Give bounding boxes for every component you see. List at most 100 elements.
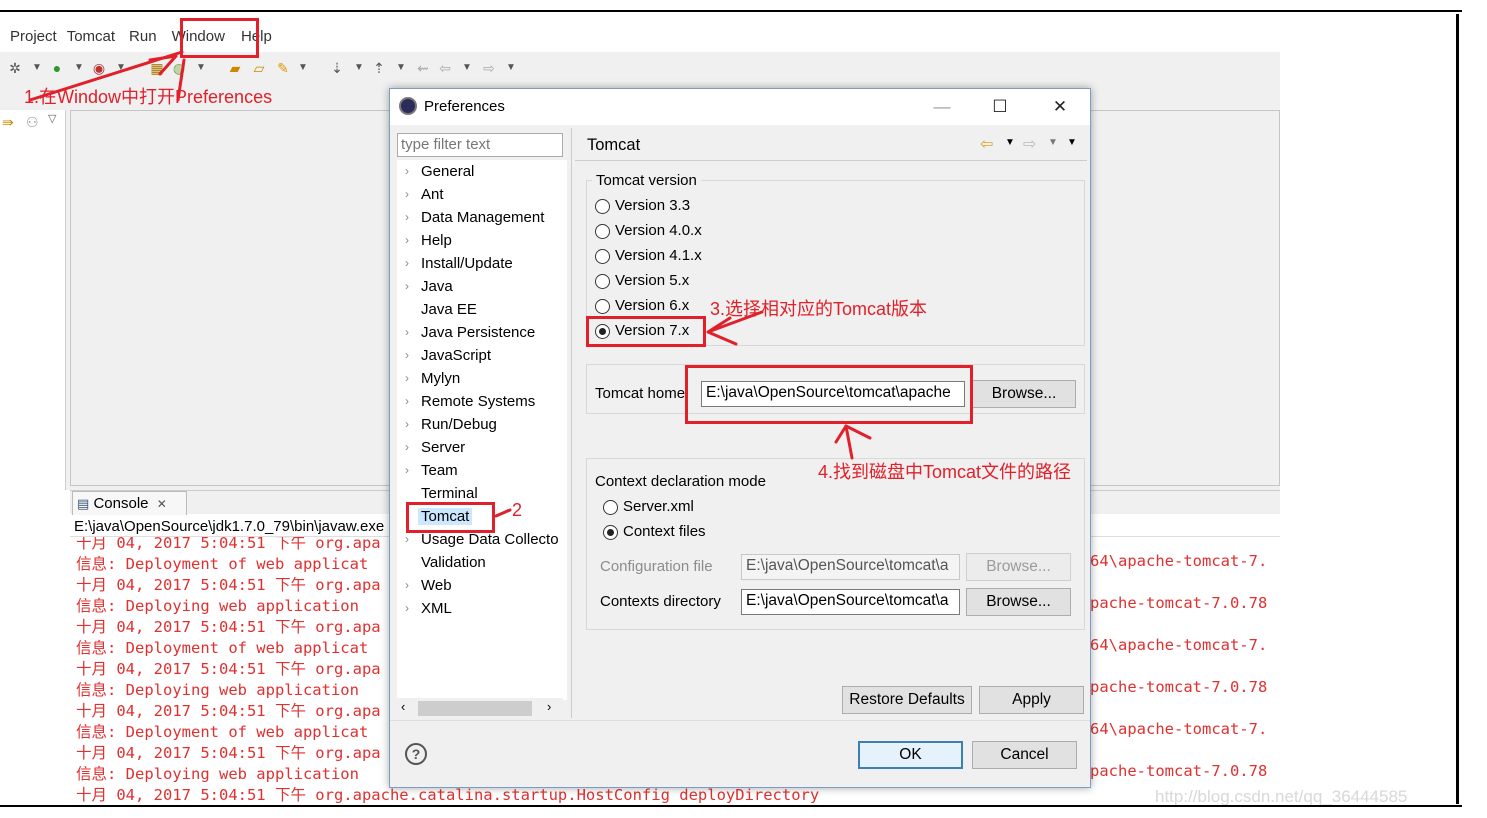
chevron-down-icon[interactable]: ▼ <box>456 58 478 78</box>
radio-button[interactable] <box>603 525 618 540</box>
tree-item-web[interactable]: › Web <box>397 577 567 600</box>
radio-button[interactable] <box>603 500 618 515</box>
chevron-right-icon[interactable]: › <box>405 164 409 178</box>
scroll-left-icon[interactable]: ‹ <box>401 699 405 714</box>
chevron-down-icon[interactable]: ▼ <box>68 58 90 78</box>
apply-button[interactable]: Apply <box>979 686 1084 714</box>
tree-item-install-update[interactable]: › Install/Update <box>397 255 567 278</box>
close-icon[interactable]: ✕ <box>157 497 167 511</box>
configuration-file-input: E:\java\OpenSource\tomcat\a <box>741 554 960 580</box>
chevron-right-icon[interactable]: › <box>405 417 409 431</box>
tree-item-ant[interactable]: › Ant <box>397 186 567 209</box>
tree-item-team[interactable]: › Team <box>397 462 567 485</box>
minimize-icon[interactable]: — <box>918 89 966 125</box>
chevron-right-icon[interactable]: › <box>405 532 409 546</box>
radio-version-4-0-x[interactable]: Version 4.0.x <box>595 222 795 244</box>
chevron-down-icon[interactable]: ▼ <box>390 58 412 78</box>
contexts-directory-browse-button[interactable]: Browse... <box>966 588 1071 616</box>
tree-item-help[interactable]: › Help <box>397 232 567 255</box>
view-menu-icon[interactable]: ▽ <box>48 112 56 125</box>
menu-run[interactable]: Run <box>121 24 163 50</box>
chevron-right-icon[interactable]: › <box>405 348 409 362</box>
tree-item-java-persistence[interactable]: › Java Persistence <box>397 324 567 347</box>
new-package-icon[interactable]: ▦ <box>146 58 168 78</box>
ok-button[interactable]: OK <box>858 741 963 769</box>
chevron-down-icon[interactable]: ▼ <box>110 58 132 78</box>
tree-item-remote-systems[interactable]: › Remote Systems <box>397 393 567 416</box>
radio-button[interactable] <box>595 274 610 289</box>
chevron-right-icon[interactable]: › <box>405 279 409 293</box>
chevron-right-icon[interactable]: › <box>405 440 409 454</box>
new-class-icon[interactable]: ◍ <box>168 58 190 78</box>
back-icon[interactable]: ⇦ <box>434 58 456 78</box>
radio-button[interactable] <box>595 199 610 214</box>
view-icon[interactable]: ⚇ <box>26 114 39 131</box>
chevron-right-icon[interactable]: › <box>405 578 409 592</box>
console-tab[interactable]: ▤ Console ✕ <box>72 491 187 515</box>
radio-version-4-1-x[interactable]: Version 4.1.x <box>595 247 795 269</box>
maximize-icon[interactable]: ☐ <box>976 89 1024 125</box>
radio-server-xml[interactable]: Server.xml <box>603 498 803 520</box>
tree-item-xml[interactable]: › XML <box>397 600 567 623</box>
chevron-right-icon[interactable]: › <box>405 187 409 201</box>
view-menu-icon[interactable]: ▼ <box>1067 137 1077 148</box>
menu-tomcat[interactable]: Tomcat <box>63 24 121 50</box>
chevron-down-icon[interactable]: ▼ <box>348 58 370 78</box>
contexts-directory-input[interactable]: E:\java\OpenSource\tomcat\a <box>741 589 960 615</box>
package-explorer-panel: ⇛ ⚇ ▽ <box>0 110 66 490</box>
open-folder-icon[interactable]: ▱ <box>248 58 270 78</box>
back-icon[interactable]: ⇦ <box>980 134 993 154</box>
tree-item-mylyn[interactable]: › Mylyn <box>397 370 567 393</box>
chevron-right-icon[interactable]: › <box>405 371 409 385</box>
dialog-splitter[interactable] <box>571 128 572 718</box>
chevron-right-icon[interactable]: › <box>405 601 409 615</box>
chevron-right-icon[interactable]: › <box>405 256 409 270</box>
chevron-right-icon[interactable]: › <box>405 463 409 477</box>
radio-button[interactable] <box>595 299 610 314</box>
chevron-down-icon[interactable]: ▼ <box>500 58 522 78</box>
pencil-icon[interactable]: ✎ <box>272 58 294 78</box>
chevron-down-icon[interactable]: ▼ <box>1048 137 1058 148</box>
scroll-right-icon[interactable]: › <box>547 699 551 714</box>
chevron-right-icon[interactable]: › <box>405 233 409 247</box>
tree-item-validation[interactable]: Validation <box>397 554 567 577</box>
restore-defaults-button[interactable]: Restore Defaults <box>842 686 972 714</box>
forward-icon[interactable]: ⇨ <box>478 58 500 78</box>
help-icon[interactable]: ? <box>405 743 427 765</box>
close-icon[interactable]: ✕ <box>1036 89 1084 125</box>
radio-button[interactable] <box>595 224 610 239</box>
tree-item-data-management[interactable]: › Data Management <box>397 209 567 232</box>
tree-item-usage-data-collecto[interactable]: › Usage Data Collecto <box>397 531 567 554</box>
menu-project[interactable]: Project <box>0 24 63 50</box>
filter-input[interactable]: type filter text <box>397 133 563 157</box>
chevron-down-icon[interactable]: ▼ <box>26 58 48 78</box>
forward-icon[interactable]: ⇨ <box>1023 134 1036 154</box>
radio-context-files[interactable]: Context files <box>603 523 803 545</box>
chevron-right-icon[interactable]: › <box>405 394 409 408</box>
run-icon[interactable]: ● <box>46 58 68 78</box>
tree-item-general[interactable]: › General <box>397 163 567 186</box>
scrollbar-thumb[interactable] <box>418 701 532 716</box>
tree-item-java-ee[interactable]: Java EE <box>397 301 567 324</box>
radio-version-5-x[interactable]: Version 5.x <box>595 272 795 294</box>
radio-button[interactable] <box>595 249 610 264</box>
open-type-icon[interactable]: ▰ <box>224 58 246 78</box>
restore-icon[interactable]: ⇛ <box>2 114 14 131</box>
tree-item-javascript[interactable]: › JavaScript <box>397 347 567 370</box>
chevron-down-icon[interactable]: ▼ <box>292 58 314 78</box>
cancel-button[interactable]: Cancel <box>972 741 1077 769</box>
radio-version-3-3[interactable]: Version 3.3 <box>595 197 795 219</box>
chevron-right-icon[interactable]: › <box>405 325 409 339</box>
debug-icon[interactable]: ✲ <box>4 58 26 78</box>
tree-item-server[interactable]: › Server <box>397 439 567 462</box>
external-tools-icon[interactable]: ◉ <box>88 58 110 78</box>
tree-item-java[interactable]: › Java <box>397 278 567 301</box>
last-edit-icon[interactable]: ⇜ <box>412 58 434 78</box>
tomcat-home-browse-button[interactable]: Browse... <box>972 380 1076 408</box>
chevron-right-icon[interactable]: › <box>405 210 409 224</box>
chevron-down-icon[interactable]: ▼ <box>190 58 212 78</box>
next-annotation-icon[interactable]: ⇣ <box>326 58 348 78</box>
chevron-down-icon[interactable]: ▼ <box>1005 137 1015 148</box>
prev-annotation-icon[interactable]: ⇡ <box>368 58 390 78</box>
tree-item-run-debug[interactable]: › Run/Debug <box>397 416 567 439</box>
